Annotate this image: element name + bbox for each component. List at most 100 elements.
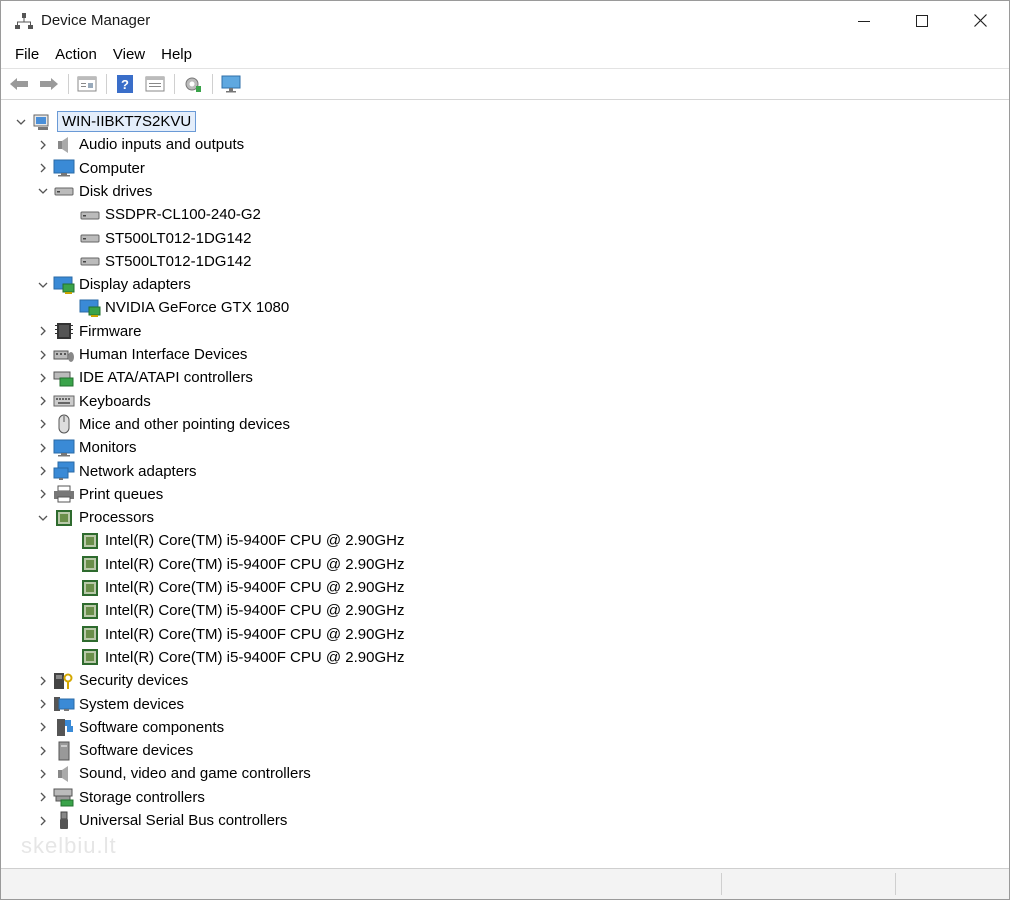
tree-category[interactable]: IDE ATA/ATAPI controllers: [33, 366, 253, 389]
tree-category[interactable]: Sound, video and game controllers: [33, 762, 311, 785]
chevron-right-icon[interactable]: [33, 413, 53, 436]
chevron-right-icon[interactable]: [33, 693, 53, 716]
tree-device[interactable]: Intel(R) Core(TM) i5-9400F CPU @ 2.90GHz: [79, 553, 404, 576]
chevron-right-icon[interactable]: [33, 436, 53, 459]
tree-device[interactable]: Intel(R) Core(TM) i5-9400F CPU @ 2.90GHz: [79, 576, 404, 599]
tree-category[interactable]: Print queues: [33, 483, 163, 506]
menu-bar: File Action View Help: [1, 40, 1009, 69]
tree-device[interactable]: Intel(R) Core(TM) i5-9400F CPU @ 2.90GHz: [79, 529, 404, 552]
chevron-right-icon[interactable]: [33, 460, 53, 483]
usb-icon: [53, 811, 75, 831]
chevron-down-icon[interactable]: [33, 180, 53, 203]
tree-category[interactable]: Computer: [33, 157, 145, 180]
category-label: Keyboards: [79, 392, 151, 410]
tree-category[interactable]: Human Interface Devices: [33, 343, 247, 366]
chevron-down-icon[interactable]: [33, 273, 53, 296]
tree-device[interactable]: ST500LT012-1DG142: [79, 250, 251, 273]
tree-device[interactable]: Intel(R) Core(TM) i5-9400F CPU @ 2.90GHz: [79, 599, 404, 622]
mouse-icon: [53, 414, 75, 434]
chevron-right-icon[interactable]: [33, 343, 53, 366]
tree-category[interactable]: Software devices: [33, 739, 193, 762]
properties-button[interactable]: [74, 72, 100, 96]
chevron-right-icon[interactable]: [33, 739, 53, 762]
help-button[interactable]: ?: [112, 72, 138, 96]
tree-category[interactable]: Audio inputs and outputs: [33, 133, 244, 156]
svg-text:?: ?: [121, 77, 129, 92]
root-computer-name: WIN-IIBKT7S2KVU: [57, 111, 197, 132]
maximize-button[interactable]: [893, 1, 951, 40]
window-title: Device Manager: [41, 12, 151, 29]
category-label: Universal Serial Bus controllers: [79, 812, 288, 829]
tree-category[interactable]: Firmware: [33, 320, 142, 343]
system-devices-icon: [53, 694, 75, 714]
chevron-down-icon[interactable]: [11, 110, 31, 133]
minimize-button[interactable]: [835, 1, 893, 40]
tree-category[interactable]: Security devices: [33, 669, 188, 692]
chevron-down-icon[interactable]: [33, 506, 53, 529]
help-icon: ?: [117, 75, 133, 93]
tree-category[interactable]: Monitors: [33, 436, 137, 459]
category-label: Processors: [79, 509, 155, 527]
storage-controller-icon: [53, 787, 75, 807]
chevron-right-icon[interactable]: [33, 809, 53, 832]
chevron-right-icon[interactable]: [33, 669, 53, 692]
tree-device[interactable]: Intel(R) Core(TM) i5-9400F CPU @ 2.90GHz: [79, 623, 404, 646]
forward-button[interactable]: [36, 72, 62, 96]
category-label: Human Interface Devices: [79, 346, 248, 363]
device-label: ST500LT012-1DG142: [105, 252, 252, 270]
tree-category[interactable]: Display adapters: [33, 273, 191, 296]
display-adapter-icon: [79, 298, 101, 318]
category-label: System devices: [79, 695, 185, 713]
tree-category[interactable]: Universal Serial Bus controllers: [33, 809, 287, 832]
tree-root[interactable]: WIN-IIBKT7S2KVU: [11, 110, 197, 133]
speaker-icon: [53, 135, 75, 155]
device-tree[interactable]: WIN-IIBKT7S2KVU Audio inputs and outputs C…: [5, 104, 1007, 866]
chevron-right-icon[interactable]: [33, 762, 53, 785]
device-label: Intel(R) Core(TM) i5-9400F CPU @ 2.90GHz: [105, 625, 405, 643]
status-divider: [721, 873, 722, 895]
category-label: Storage controllers: [79, 788, 205, 806]
chevron-right-icon[interactable]: [33, 133, 53, 156]
tree-category[interactable]: System devices: [33, 693, 184, 716]
chevron-right-icon[interactable]: [33, 390, 53, 413]
firmware-icon: [53, 321, 75, 341]
back-button[interactable]: [6, 72, 32, 96]
category-label: Security devices: [79, 672, 189, 690]
title-bar[interactable]: Device Manager: [1, 1, 1009, 40]
scan-hardware-button[interactable]: [180, 72, 206, 96]
device-manager-window: Device Manager File Action View Help ? W…: [0, 0, 1010, 900]
tree-device[interactable]: SSDPR-CL100-240-G2: [79, 203, 261, 226]
close-button[interactable]: [951, 1, 1009, 40]
monitor-button[interactable]: [218, 72, 244, 96]
status-bar: [1, 868, 1009, 899]
scan-hardware-icon: [185, 77, 201, 92]
tree-category[interactable]: Keyboards: [33, 390, 151, 413]
chevron-right-icon[interactable]: [33, 366, 53, 389]
speaker-icon: [53, 764, 75, 784]
menu-file[interactable]: File: [7, 46, 47, 63]
category-label: Sound, video and game controllers: [79, 765, 311, 783]
tree-device[interactable]: ST500LT012-1DG142: [79, 227, 251, 250]
chevron-right-icon[interactable]: [33, 320, 53, 343]
menu-help[interactable]: Help: [153, 46, 200, 63]
chevron-right-icon[interactable]: [33, 716, 53, 739]
minimize-icon: [858, 20, 870, 22]
chevron-right-icon[interactable]: [33, 157, 53, 180]
tree-category[interactable]: Disk drives: [33, 180, 152, 203]
tree-device[interactable]: Intel(R) Core(TM) i5-9400F CPU @ 2.90GHz: [79, 646, 404, 669]
tree-category[interactable]: Processors: [33, 506, 154, 529]
tree-device[interactable]: NVIDIA GeForce GTX 1080: [79, 296, 289, 319]
disk-drive-icon: [53, 181, 75, 201]
monitor-icon: [221, 75, 241, 93]
chevron-right-icon[interactable]: [33, 483, 53, 506]
show-hidden-button[interactable]: [142, 72, 168, 96]
tree-category[interactable]: Mice and other pointing devices: [33, 413, 290, 436]
tree-category[interactable]: Network adapters: [33, 460, 197, 483]
device-label: ST500LT012-1DG142: [105, 229, 252, 247]
tree-category[interactable]: Storage controllers: [33, 786, 205, 809]
watermark: skelbiu.lt: [21, 833, 117, 858]
tree-category[interactable]: Software components: [33, 716, 224, 739]
menu-action[interactable]: Action: [47, 46, 105, 63]
menu-view[interactable]: View: [105, 46, 153, 63]
chevron-right-icon[interactable]: [33, 786, 53, 809]
